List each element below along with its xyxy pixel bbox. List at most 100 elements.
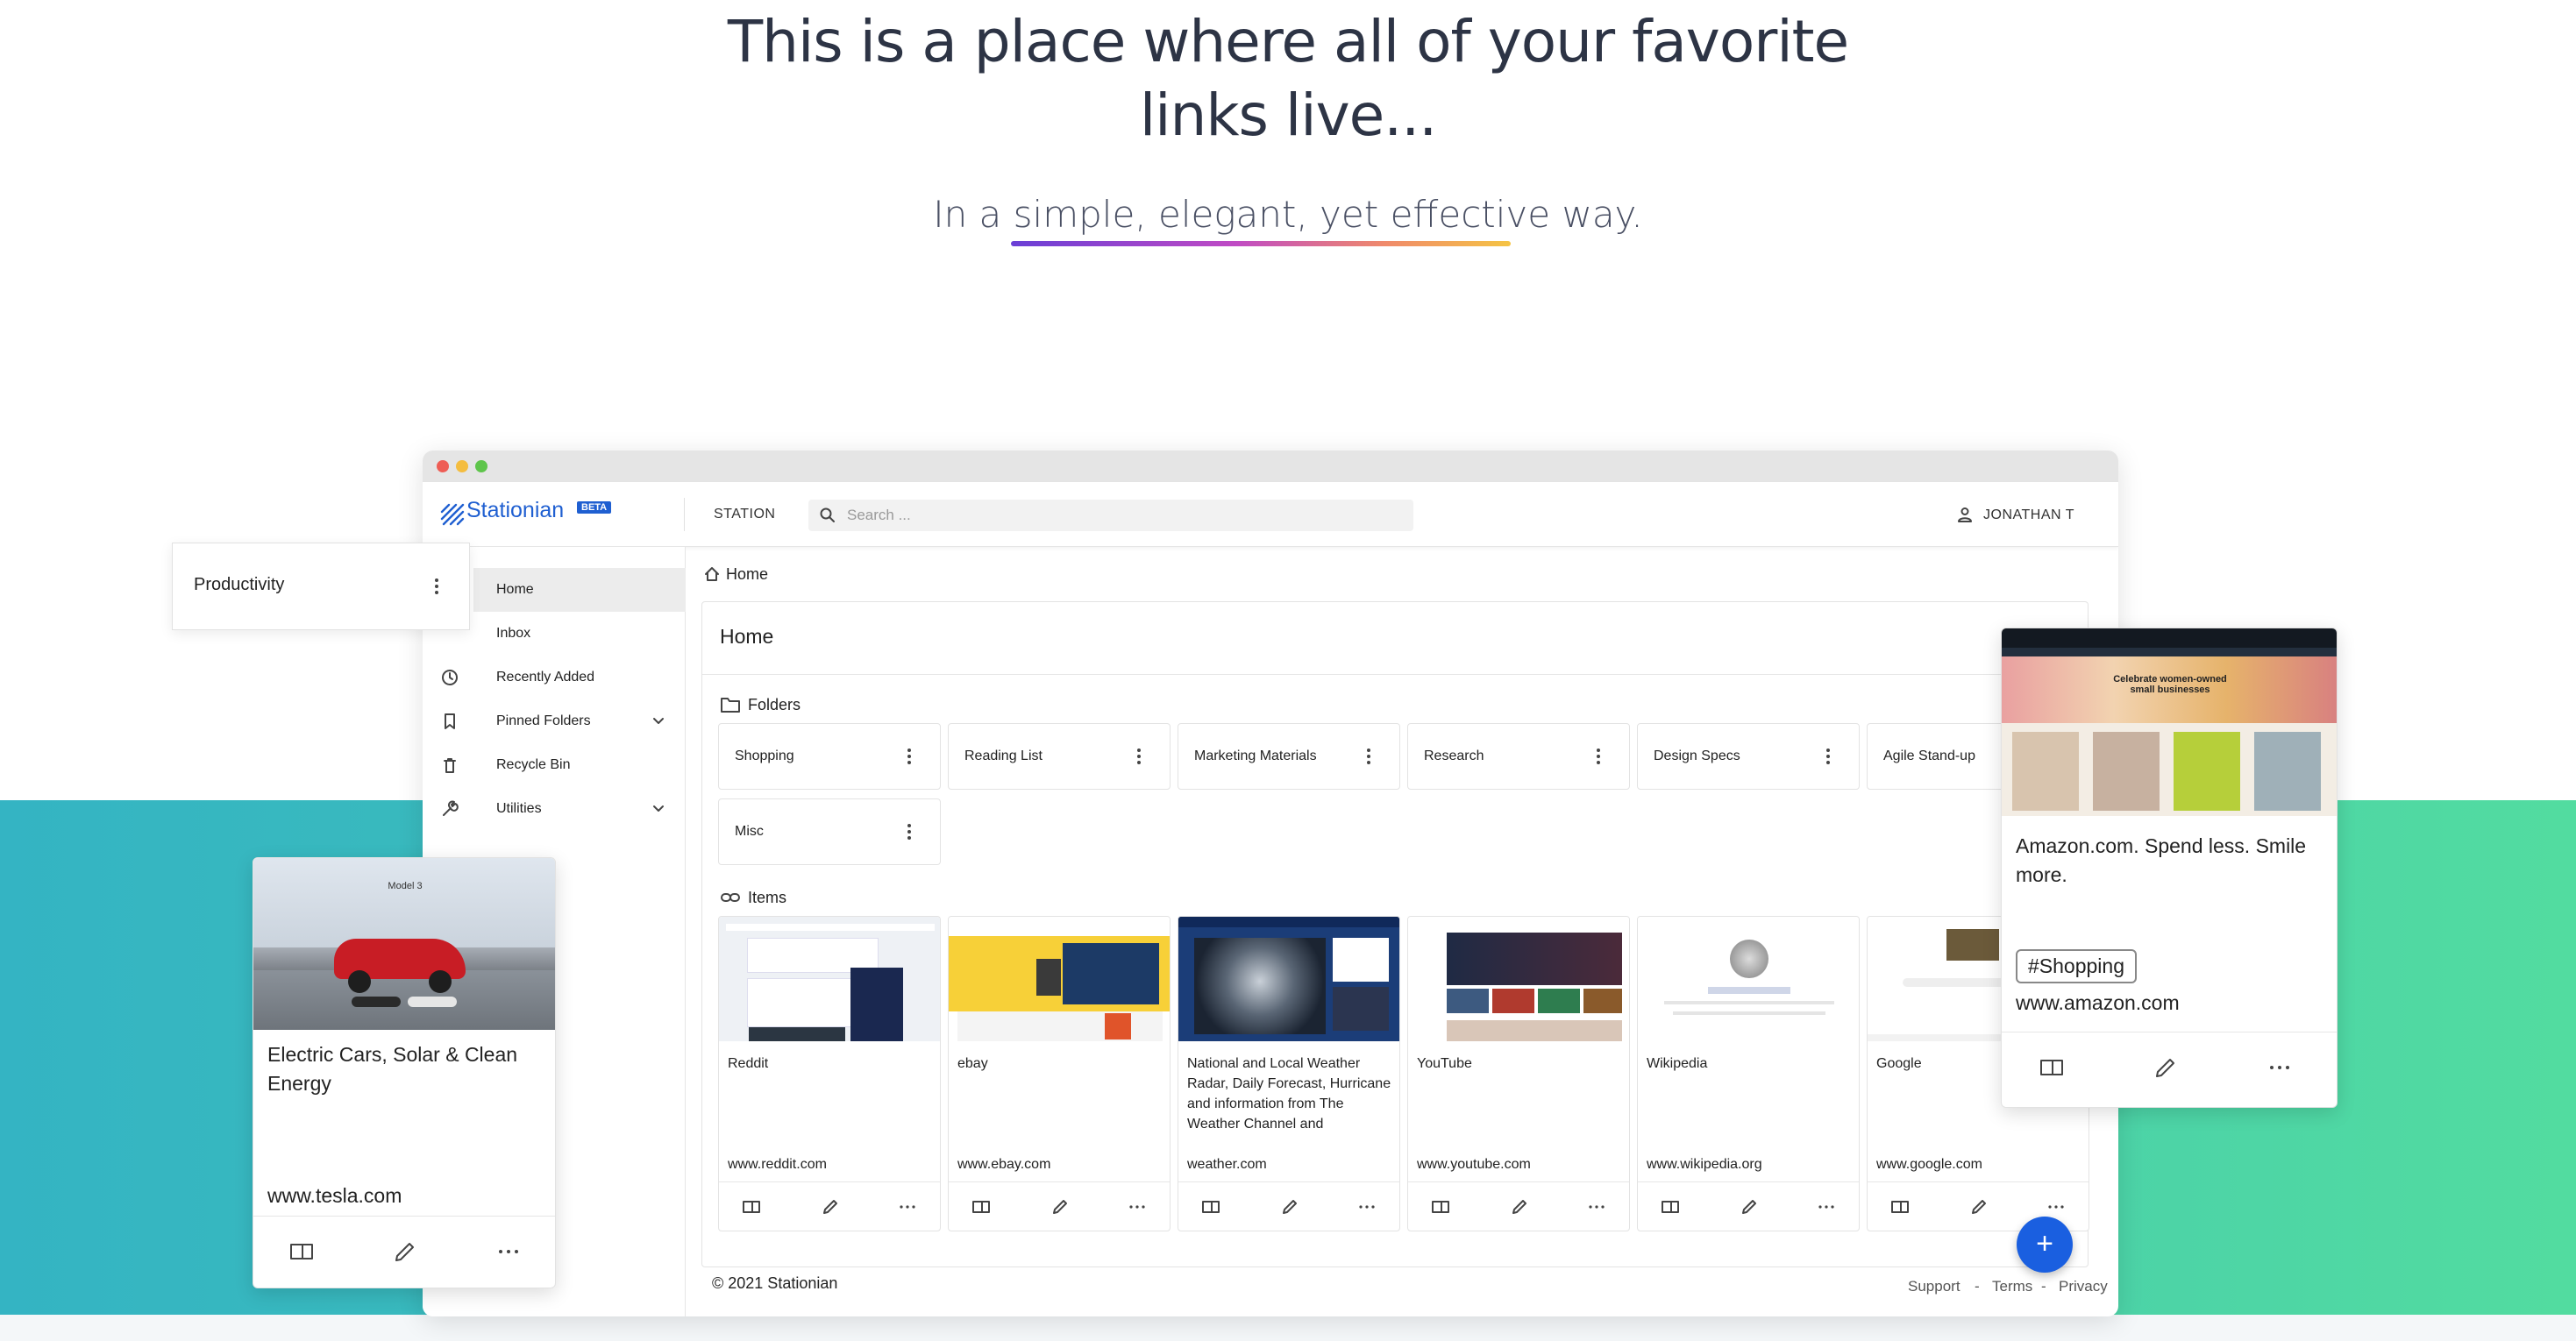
more-vert-icon[interactable]	[1596, 747, 1601, 766]
card-divider	[253, 1216, 555, 1217]
floating-card-tesla[interactable]: Model 3 Electric Cars, Solar & Clean Ene…	[253, 857, 556, 1288]
item-thumbnail	[719, 917, 940, 1041]
card-divider	[949, 1181, 1170, 1182]
add-item-button[interactable]: +	[2017, 1217, 2073, 1273]
preview-icon[interactable]	[288, 1238, 315, 1265]
edit-icon[interactable]	[1280, 1197, 1299, 1217]
sidebar-item-home[interactable]: Home	[473, 568, 686, 612]
preview-icon[interactable]	[1890, 1197, 1910, 1217]
folder-card[interactable]: Research	[1407, 723, 1630, 790]
tesla-thumbnail-text: Model 3	[388, 881, 423, 891]
footer-privacy-link[interactable]: Privacy	[2059, 1278, 2108, 1295]
item-url[interactable]: www.ebay.com	[957, 1157, 1050, 1173]
item-card-youtube[interactable]: YouTube www.youtube.com	[1407, 916, 1630, 1231]
folder-card[interactable]: Design Specs	[1637, 723, 1860, 790]
more-horiz-icon[interactable]	[1128, 1197, 1147, 1217]
item-card-wikipedia[interactable]: Wikipedia www.wikipedia.org	[1637, 916, 1860, 1231]
sidebar-item-pinned-folders[interactable]: Pinned Folders	[445, 699, 686, 743]
folder-name: Shopping	[735, 749, 794, 763]
floating-card-amazon[interactable]: Celebrate women-owned small businesses A…	[2001, 628, 2338, 1108]
item-url[interactable]: www.reddit.com	[728, 1157, 827, 1173]
browser-titlebar	[423, 451, 2118, 482]
floating-folder-card[interactable]: Productivity	[172, 543, 470, 630]
user-name: JONATHAN T	[1983, 507, 2074, 522]
sidebar-item-utilities[interactable]: Utilities	[443, 787, 686, 831]
more-vert-icon[interactable]	[1825, 747, 1831, 766]
item-url[interactable]: www.youtube.com	[1417, 1157, 1531, 1173]
close-window-dot[interactable]	[437, 460, 449, 472]
edit-icon[interactable]	[2153, 1054, 2179, 1081]
footer-separator: -	[2041, 1278, 2046, 1295]
station-menu[interactable]: STATION	[714, 507, 775, 522]
footer-terms-link[interactable]: Terms	[1992, 1278, 2032, 1295]
item-card-reddit[interactable]: Reddit www.reddit.com	[718, 916, 941, 1231]
sidebar-item-recycle-bin[interactable]: Recycle Bin	[444, 743, 686, 787]
more-horiz-icon[interactable]	[2266, 1054, 2293, 1081]
edit-icon[interactable]	[392, 1238, 418, 1265]
item-url[interactable]: www.tesla.com	[267, 1184, 402, 1208]
chevron-down-icon[interactable]	[651, 713, 666, 729]
item-url[interactable]: www.amazon.com	[2016, 991, 2180, 1015]
minimize-window-dot[interactable]	[456, 460, 468, 472]
preview-icon[interactable]	[742, 1197, 761, 1217]
more-horiz-icon[interactable]	[2046, 1197, 2066, 1217]
preview-icon[interactable]	[1431, 1197, 1450, 1217]
folder-card[interactable]: Marketing Materials	[1178, 723, 1400, 790]
maximize-window-dot[interactable]	[475, 460, 487, 472]
search-input[interactable]: Search ...	[808, 500, 1413, 531]
preview-icon[interactable]	[2039, 1054, 2065, 1081]
preview-icon[interactable]	[971, 1197, 991, 1217]
item-card-weather[interactable]: National and Local Weather Radar, Daily …	[1178, 916, 1400, 1231]
hero-headline-line2: links live...	[1139, 82, 1437, 149]
item-title: Reddit	[728, 1056, 769, 1071]
item-title: Amazon.com. Spend less. Smile more.	[2016, 834, 2307, 886]
logo-icon[interactable]	[440, 501, 465, 526]
search-icon	[820, 507, 835, 522]
more-vert-icon[interactable]	[1366, 747, 1371, 766]
item-url[interactable]: weather.com	[1187, 1157, 1267, 1173]
edit-icon[interactable]	[1969, 1197, 1989, 1217]
more-horiz-icon[interactable]	[495, 1238, 522, 1265]
page-title: Home	[720, 625, 774, 648]
more-vert-icon[interactable]	[907, 822, 912, 841]
preview-icon[interactable]	[1201, 1197, 1220, 1217]
user-icon	[1958, 507, 1972, 522]
folder-name: Misc	[735, 824, 764, 839]
edit-icon[interactable]	[1510, 1197, 1529, 1217]
footer-copyright: © 2021 Stationian	[712, 1274, 838, 1292]
preview-icon[interactable]	[1661, 1197, 1680, 1217]
more-horiz-icon[interactable]	[1817, 1197, 1836, 1217]
chevron-down-icon[interactable]	[651, 801, 666, 817]
tag-chip[interactable]: #Shopping	[2016, 949, 2137, 983]
more-horiz-icon[interactable]	[898, 1197, 917, 1217]
folder-card[interactable]: Shopping	[718, 723, 941, 790]
more-horiz-icon[interactable]	[1587, 1197, 1606, 1217]
clock-icon	[442, 670, 458, 685]
edit-icon[interactable]	[1050, 1197, 1070, 1217]
folder-card[interactable]: Reading List	[948, 723, 1171, 790]
logo-text[interactable]: Stationian	[466, 498, 564, 523]
item-card-ebay[interactable]: ebay www.ebay.com	[948, 916, 1171, 1231]
amazon-thumbnail-text: Celebrate women-owned small businesses	[2113, 674, 2227, 695]
edit-icon[interactable]	[821, 1197, 840, 1217]
sidebar-item-recently-added[interactable]: Recently Added	[442, 656, 686, 699]
more-vert-icon[interactable]	[434, 577, 439, 596]
sidebar-item-label: Utilities	[496, 801, 542, 816]
sidebar-item-inbox[interactable]: Inbox	[473, 612, 686, 656]
item-title: YouTube	[1417, 1056, 1472, 1071]
folder-card[interactable]: Misc	[718, 798, 941, 865]
item-thumbnail	[1408, 917, 1629, 1041]
more-vert-icon[interactable]	[907, 747, 912, 766]
more-vert-icon[interactable]	[1136, 747, 1142, 766]
items-label: Items	[748, 889, 787, 906]
footer-support-link[interactable]: Support	[1908, 1278, 1960, 1295]
more-horiz-icon[interactable]	[1357, 1197, 1377, 1217]
trash-icon	[444, 758, 456, 773]
header-divider	[684, 498, 685, 531]
card-divider	[1408, 1181, 1629, 1182]
item-thumbnail	[1178, 917, 1399, 1041]
edit-icon[interactable]	[1740, 1197, 1759, 1217]
item-url[interactable]: www.wikipedia.org	[1647, 1157, 1762, 1173]
item-url[interactable]: www.google.com	[1876, 1157, 1982, 1173]
sidebar-item-label: Recently Added	[496, 670, 595, 685]
